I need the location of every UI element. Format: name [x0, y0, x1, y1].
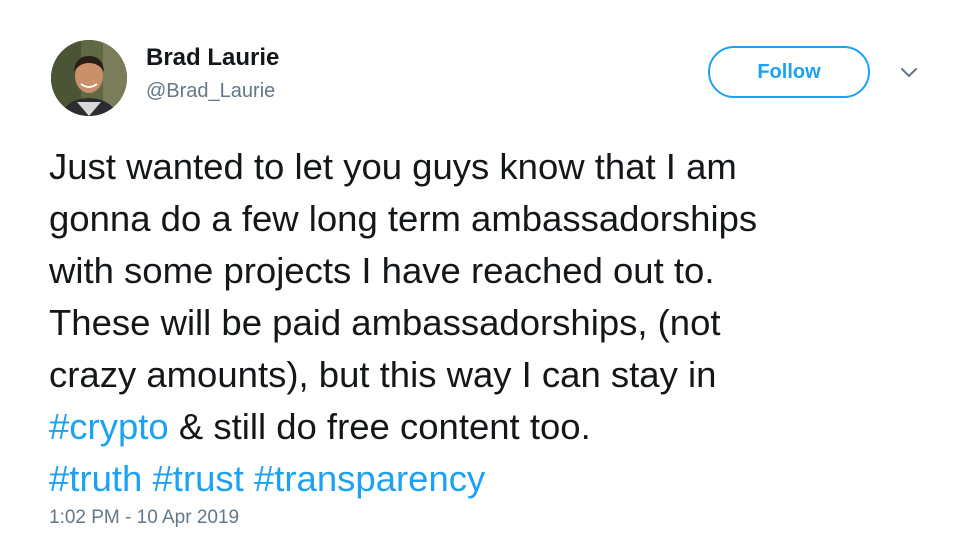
hashtag-crypto-link[interactable]: #crypto: [49, 406, 169, 447]
hashtag-truth-link[interactable]: #truth: [49, 458, 142, 499]
tweet-card: Brad Laurie @Brad_Laurie Follow Just wan…: [0, 0, 958, 547]
hashtag-line: #truth #trust #transparency: [49, 453, 929, 505]
tweet-line: with some projects I have reached out to…: [49, 250, 715, 291]
tweet-line-text: & still do free content too.: [168, 406, 591, 447]
tweet-line: #crypto & still do free content too.: [49, 401, 929, 453]
tweet-line: crazy amounts), but this way I can stay …: [49, 354, 717, 395]
hashtag-transparency-link[interactable]: #transparency: [254, 458, 485, 499]
tweet-text: Just wanted to let you guys know that I …: [49, 141, 929, 505]
tweet-line: gonna do a few long term ambassadorships: [49, 198, 758, 239]
follow-button[interactable]: Follow: [708, 46, 870, 98]
author-handle[interactable]: @Brad_Laurie: [146, 80, 275, 103]
tweet-line: Just wanted to let you guys know that I …: [49, 146, 737, 187]
author-name[interactable]: Brad Laurie: [146, 44, 279, 72]
tweet-timestamp[interactable]: 1:02 PM - 10 Apr 2019: [49, 507, 239, 529]
hashtag-trust-link[interactable]: #trust: [153, 458, 244, 499]
tweet-line: These will be paid ambassadorships, (not: [49, 302, 721, 343]
avatar[interactable]: [51, 40, 127, 116]
avatar-photo: [51, 40, 127, 116]
chevron-down-icon[interactable]: [899, 66, 919, 80]
